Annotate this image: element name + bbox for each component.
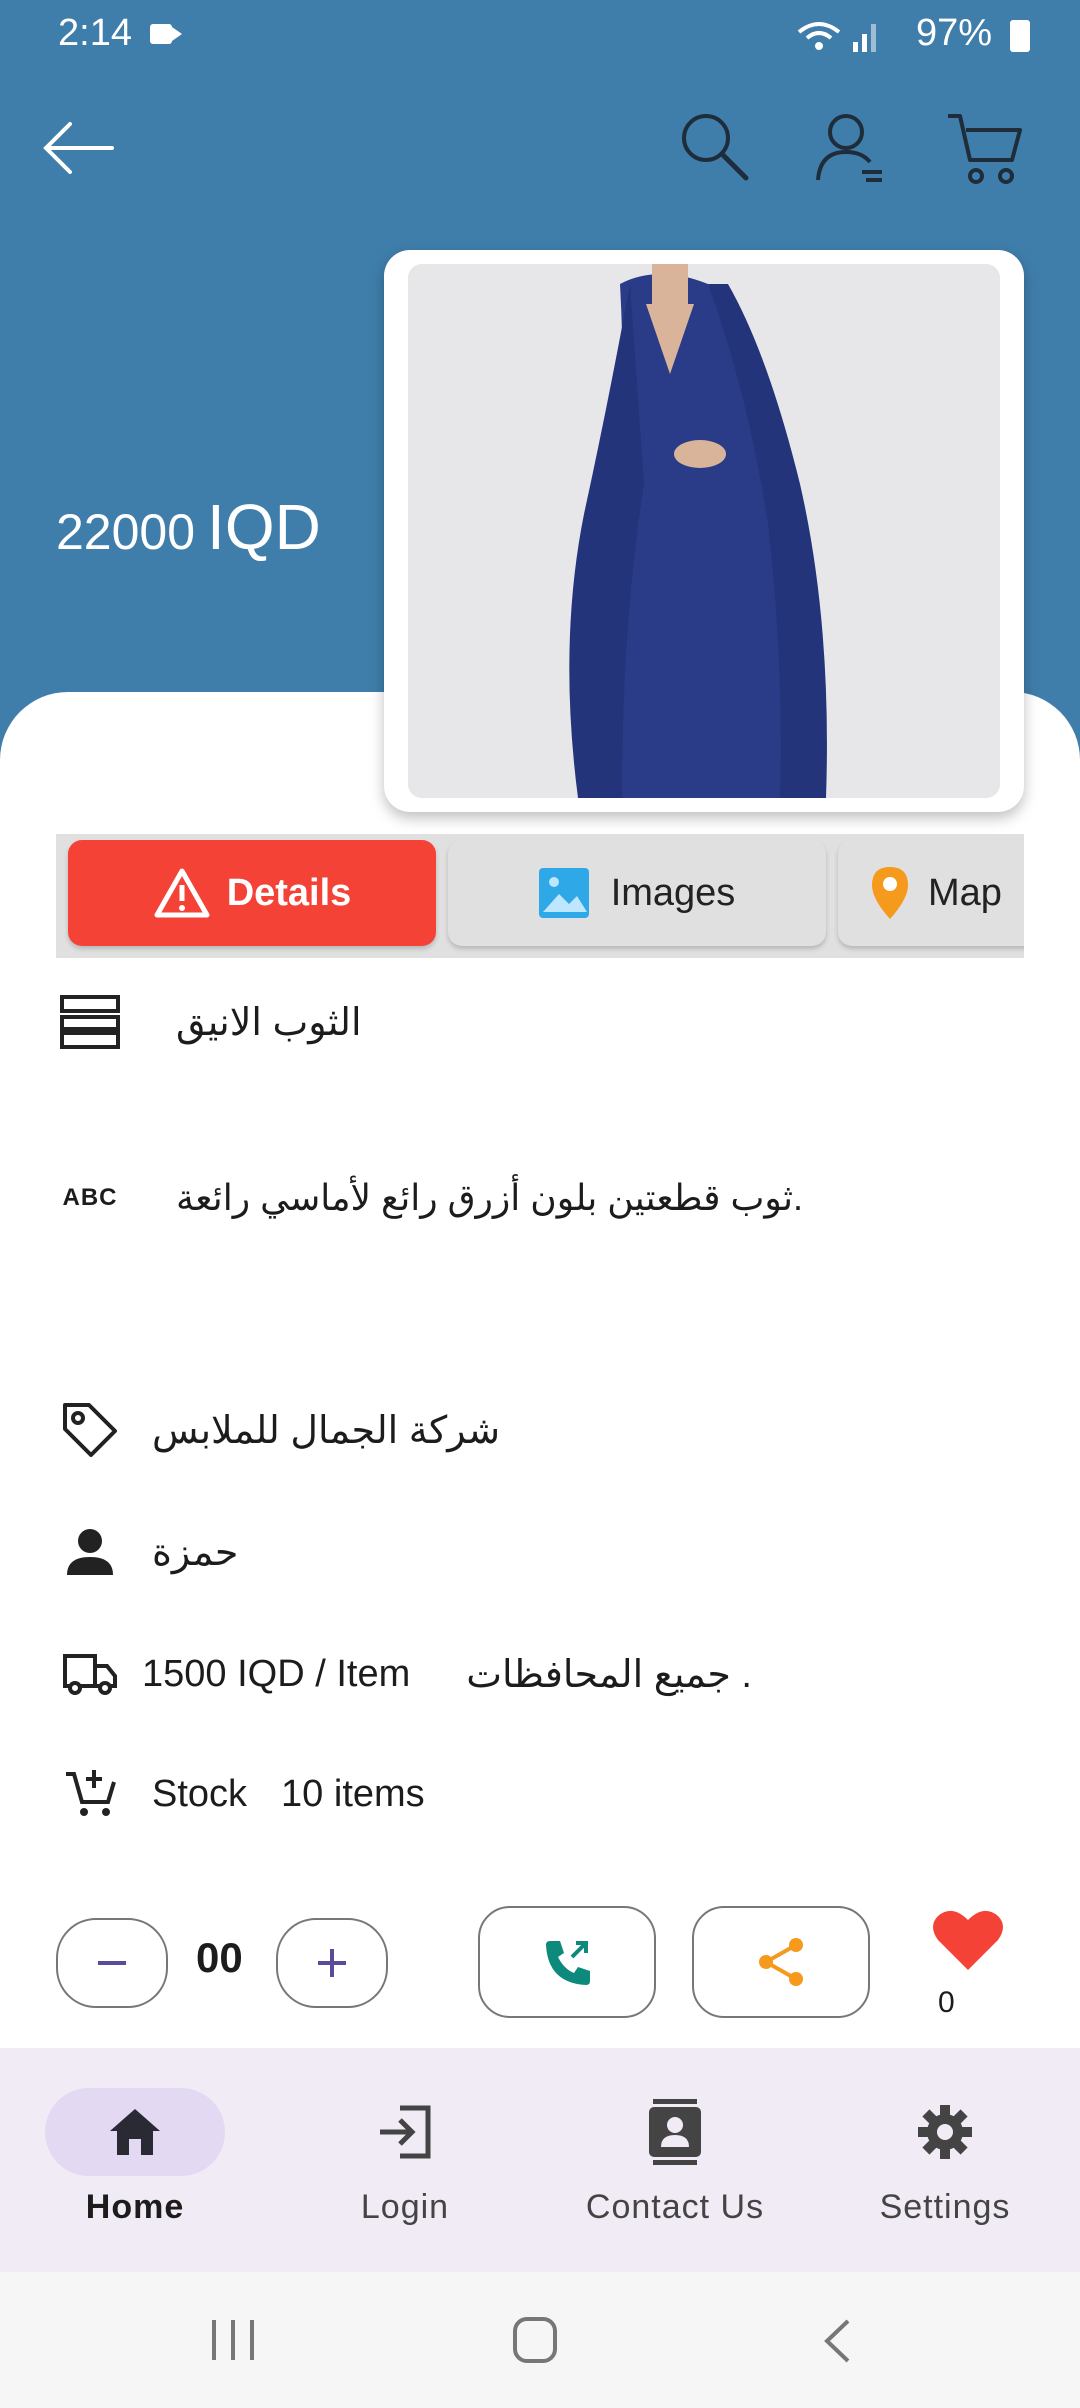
battery-percent: 97% <box>915 12 992 54</box>
tab-map[interactable]: Map <box>838 840 1024 946</box>
back-button-icon[interactable] <box>822 2318 852 2369</box>
company-row: شركة الجمال للملابس <box>56 1398 1024 1462</box>
quantity-value: 00 <box>196 1934 243 1981</box>
nav-contact-us-label: Contact Us <box>585 2188 765 2226</box>
stock-value: 10 items <box>281 1772 425 1815</box>
shipping-price: 1500 IQD / Item <box>142 1652 411 1695</box>
favorite-button[interactable] <box>930 1906 1006 1979</box>
tab-map-label: Map <box>928 871 1002 914</box>
status-bar: 2:14 97% <box>0 0 1080 70</box>
warning-icon <box>154 868 210 918</box>
signal-icon <box>795 16 885 66</box>
battery-icon <box>1010 20 1030 52</box>
product-description: ثوب قطعتين بلون أزرق رائع لأماسي رائعة. <box>176 1177 804 1218</box>
nav-settings[interactable]: Settings <box>820 2088 1070 2227</box>
nav-login-label: Login <box>360 2188 450 2226</box>
tab-bar: Details Images Map <box>56 834 1024 958</box>
contacts-icon <box>585 2088 765 2176</box>
image-icon <box>538 868 589 918</box>
product-name-row: الثوب الانيق <box>56 990 1024 1054</box>
increase-quantity-button[interactable] <box>276 1918 388 2008</box>
abc-icon: ABC <box>62 1184 118 1211</box>
tab-images[interactable]: Images <box>448 840 826 946</box>
cart-add-icon <box>56 1768 124 1820</box>
home-icon <box>45 2088 225 2176</box>
barcode-icon <box>56 995 124 1049</box>
stock-label: Stock <box>152 1772 248 1815</box>
tab-details[interactable]: Details <box>68 840 436 946</box>
tag-icon <box>56 1401 124 1459</box>
seller-row: حمزة <box>56 1520 1024 1584</box>
screen-record-icon <box>150 24 182 44</box>
shipping-row: 1500 IQD / Item جميع المحافظات . <box>56 1642 1024 1706</box>
minus-icon <box>98 1961 126 1965</box>
plus-icon <box>318 1949 346 1977</box>
nav-home-label: Home <box>85 2188 185 2226</box>
stock-row: Stock 10 items <box>56 1762 1024 1826</box>
home-button-icon[interactable] <box>512 2316 558 2369</box>
price-currency: IQD <box>207 491 321 563</box>
cart-icon[interactable] <box>944 110 1024 186</box>
product-image-card[interactable] <box>384 250 1024 812</box>
product-image <box>408 264 1000 798</box>
price-amount: 22000 <box>56 504 196 560</box>
tab-details-label: Details <box>226 871 352 914</box>
location-pin-icon <box>872 867 908 919</box>
person-icon <box>56 1527 124 1577</box>
share-button[interactable] <box>692 1906 870 2018</box>
heart-icon <box>933 1910 1003 1970</box>
likes-count: 0 <box>938 1986 955 2019</box>
call-button[interactable] <box>478 1906 656 2018</box>
search-icon[interactable] <box>676 108 752 184</box>
bottom-navigation: Home Login Contact Us Settings <box>0 2048 1080 2272</box>
description-row: ABC ثوب قطعتين بلون أزرق رائع لأماسي رائ… <box>56 1168 1024 1228</box>
decrease-quantity-button[interactable] <box>56 1918 168 2008</box>
nav-contact-us[interactable]: Contact Us <box>550 2088 800 2227</box>
tab-images-label: Images <box>610 871 736 914</box>
product-price: 22000 IQD <box>56 490 321 564</box>
account-icon[interactable] <box>812 110 888 186</box>
nav-home[interactable]: Home <box>10 2088 260 2227</box>
phone-callback-icon <box>546 1941 590 1985</box>
seller-name: حمزة <box>152 1531 239 1574</box>
gear-icon <box>855 2088 1035 2176</box>
shipping-area: جميع المحافظات . <box>466 1653 752 1696</box>
product-name: الثوب الانيق <box>176 1001 362 1044</box>
nav-login[interactable]: Login <box>280 2088 530 2227</box>
back-arrow-icon[interactable] <box>40 118 116 178</box>
recent-apps-icon[interactable] <box>208 2318 258 2367</box>
login-icon <box>315 2088 495 2176</box>
company-name: شركة الجمال للملابس <box>152 1409 501 1452</box>
share-icon <box>759 1938 803 1986</box>
status-time: 2:14 <box>58 12 132 54</box>
system-navigation-bar <box>0 2272 1080 2408</box>
truck-icon <box>56 1652 124 1696</box>
nav-settings-label: Settings <box>879 2188 1011 2226</box>
